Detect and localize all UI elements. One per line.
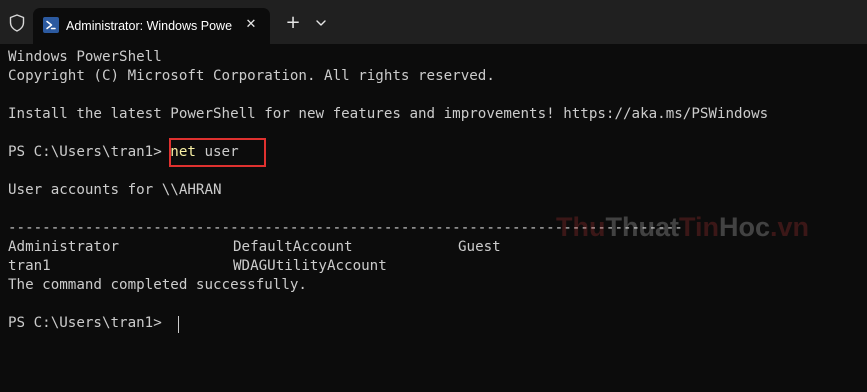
account-name: DefaultAccount	[233, 239, 353, 255]
accounts-header: User accounts for \\AHRAN	[8, 182, 222, 198]
account-name: Administrator	[8, 239, 120, 255]
account-name: Guest	[458, 239, 501, 255]
header-line-2: Copyright (C) Microsoft Corporation. All…	[8, 68, 495, 84]
close-icon[interactable]: ✕	[242, 16, 260, 34]
watermark-logo: ThuThuatTinHoc.vn	[556, 212, 810, 242]
tab-powershell[interactable]: Administrator: Windows PowerShell ✕	[33, 8, 270, 44]
terminal-window: Administrator: Windows PowerShell ✕ + Wi…	[0, 0, 867, 392]
terminal-output[interactable]: Windows PowerShell Copyright (C) Microso…	[0, 44, 867, 392]
install-line: Install the latest PowerShell for new fe…	[8, 106, 769, 122]
text-cursor	[178, 316, 179, 333]
prompt: PS C:\Users\tran1>	[8, 144, 171, 160]
plus-icon[interactable]: +	[282, 12, 304, 34]
completed-line: The command completed successfully.	[8, 277, 307, 293]
chevron-down-icon[interactable]	[311, 12, 331, 34]
shield-icon	[9, 14, 25, 32]
command-highlight-box	[169, 138, 266, 167]
powershell-icon	[43, 17, 59, 33]
tab-title: Administrator: Windows PowerShell	[66, 19, 232, 33]
prompt-line: PS C:\Users\tran1>	[8, 315, 171, 331]
account-name: WDAGUtilityAccount	[233, 258, 387, 274]
header-line-1: Windows PowerShell	[8, 49, 162, 65]
account-name: tran1	[8, 258, 51, 274]
tab-bar: Administrator: Windows PowerShell ✕ +	[0, 0, 867, 44]
